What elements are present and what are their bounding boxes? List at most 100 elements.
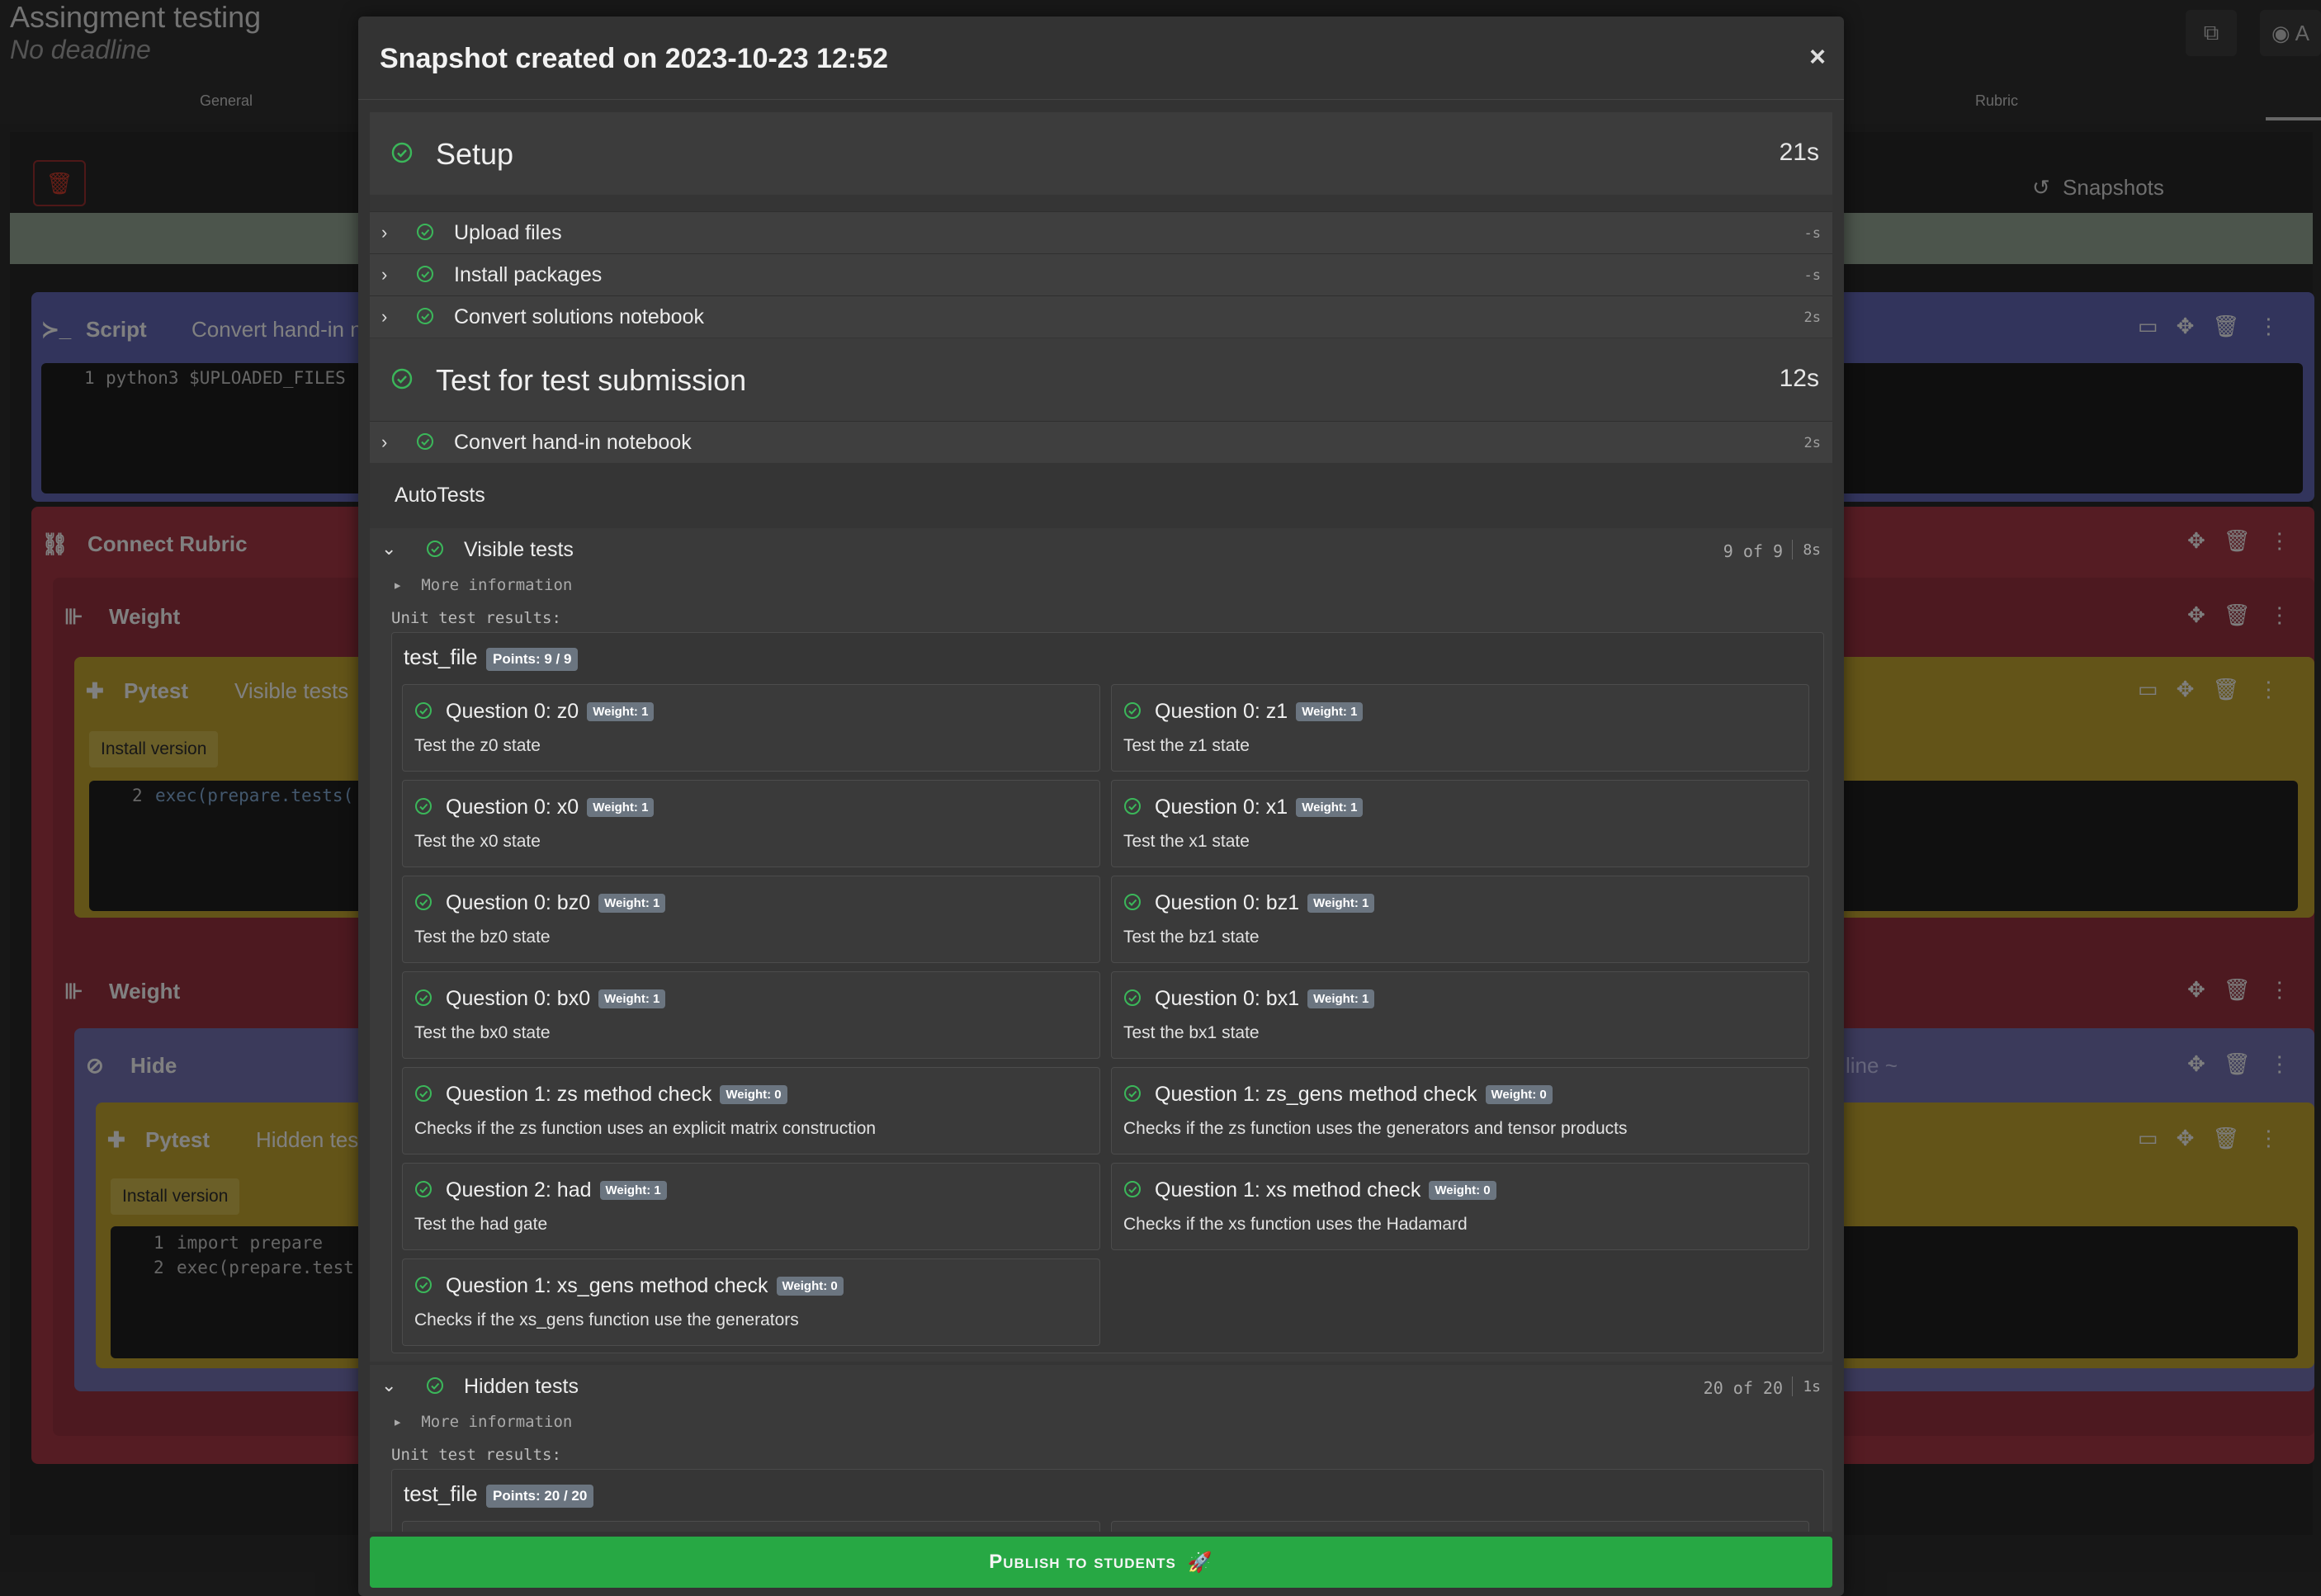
weight-badge: Weight: 1 bbox=[598, 989, 666, 1008]
test-name: Question 0: bx0 bbox=[446, 987, 591, 1010]
chevron-down-icon[interactable]: ⌄ bbox=[381, 538, 396, 560]
step-name: Convert solutions notebook bbox=[454, 305, 704, 328]
more-information-toggle[interactable]: ▸ More information bbox=[393, 576, 572, 594]
modal-body[interactable]: Setup 21s › Upload files -s › Install pa… bbox=[370, 112, 1832, 1532]
test-card[interactable]: Question 0: bx1 Weight: 1 Test the bx1 st… bbox=[1111, 971, 1809, 1059]
test-card[interactable]: Question 0: x1 Weight: 1 Test the x1 stat… bbox=[1111, 780, 1809, 867]
test-file-box: test_file Points: 9 / 9 Question 0: z0 We… bbox=[391, 632, 1824, 1353]
test-card[interactable]: Question 0: z0 Weight: 1 Test the z0 stat… bbox=[402, 684, 1100, 772]
test-card[interactable]: Question 1: zs method check Weight: 0 Che… bbox=[402, 1067, 1100, 1155]
suite-time: 8s bbox=[1803, 541, 1821, 559]
divider bbox=[1792, 1376, 1793, 1396]
test-name: Question 1: zs_gens method check bbox=[1155, 1083, 1477, 1106]
weight-badge: Weight: 1 bbox=[1296, 798, 1364, 817]
check-circle-icon bbox=[1123, 989, 1142, 1011]
test-card[interactable] bbox=[402, 1521, 1100, 1532]
test-name: Question 1: xs method check bbox=[1155, 1178, 1421, 1202]
check-circle-icon bbox=[414, 1180, 433, 1202]
check-circle-icon bbox=[414, 893, 433, 915]
test-description: Test the z0 state bbox=[414, 736, 541, 755]
test-card[interactable]: Question 0: bx0 Weight: 1 Test the bx0 st… bbox=[402, 971, 1100, 1059]
close-icon[interactable]: × bbox=[1809, 41, 1826, 73]
test-file-name: test_file bbox=[404, 645, 478, 669]
snapshot-modal: Snapshot created on 2023-10-23 12:52 × S… bbox=[358, 17, 1844, 1596]
check-circle-icon bbox=[414, 989, 433, 1011]
test-card[interactable]: Question 2: had Weight: 1 Test the had ga… bbox=[402, 1163, 1100, 1250]
more-information-toggle[interactable]: ▸ More information bbox=[393, 1413, 572, 1431]
suite-name: Hidden tests bbox=[464, 1375, 579, 1398]
test-description: Checks if the zs function uses an explic… bbox=[414, 1119, 877, 1138]
check-circle-icon bbox=[1123, 701, 1142, 724]
test-description: Checks if the zs function uses the gener… bbox=[1123, 1119, 1628, 1138]
hidden-tests-suite: ⌄ Hidden tests 20 of 20 1s ▸ More inform… bbox=[370, 1365, 1832, 1532]
test-name: Question 2: had bbox=[446, 1178, 592, 1202]
check-circle-icon bbox=[414, 1084, 433, 1107]
check-circle-icon bbox=[1123, 797, 1142, 819]
check-circle-icon bbox=[1123, 1084, 1142, 1107]
step-time: -s bbox=[1803, 267, 1821, 284]
weight-badge: Weight: 1 bbox=[587, 702, 655, 721]
test-description: Test the x0 state bbox=[414, 832, 541, 851]
test-file-box: test_file Points: 20 / 20 bbox=[391, 1469, 1824, 1532]
publish-to-students-button[interactable]: Publish to students 🚀 bbox=[370, 1537, 1832, 1588]
weight-badge: Weight: 1 bbox=[587, 798, 655, 817]
chevron-right-icon[interactable]: › bbox=[381, 222, 387, 243]
hidden-tests-header[interactable]: ⌄ Hidden tests 20 of 20 1s bbox=[370, 1365, 1832, 1409]
test-name: Question 1: xs_gens method check bbox=[446, 1274, 768, 1297]
check-circle-icon bbox=[416, 223, 434, 245]
weight-badge: Weight: 0 bbox=[1485, 1085, 1553, 1104]
test-name: Question 0: z1 bbox=[1155, 700, 1288, 723]
test-description: Test the x1 state bbox=[1123, 832, 1250, 851]
test-card[interactable]: Question 0: x0 Weight: 1 Test the x0 stat… bbox=[402, 780, 1100, 867]
visible-tests-suite: ⌄ Visible tests 9 of 9 8s ▸ More informa… bbox=[370, 528, 1832, 1362]
visible-tests-header[interactable]: ⌄ Visible tests 9 of 9 8s bbox=[370, 528, 1832, 573]
test-card[interactable]: Question 1: xs_gens method check Weight: … bbox=[402, 1258, 1100, 1346]
test-description: Test the bz1 state bbox=[1123, 928, 1260, 947]
check-circle-icon bbox=[1123, 1180, 1142, 1202]
test-description: Checks if the xs_gens function use the g… bbox=[414, 1310, 799, 1329]
more-information-label: More information bbox=[421, 1413, 573, 1431]
test-name: Question 0: x0 bbox=[446, 796, 579, 819]
setup-section-header[interactable]: Setup 21s bbox=[370, 112, 1832, 195]
check-circle-icon bbox=[414, 797, 433, 819]
setup-section-time: 21s bbox=[1779, 139, 1819, 166]
check-circle-icon bbox=[416, 307, 434, 329]
modal-header: Snapshot created on 2023-10-23 12:52 × bbox=[358, 17, 1844, 100]
test-section-header[interactable]: Test for test submission 12s bbox=[370, 338, 1832, 421]
step-name: Upload files bbox=[454, 221, 562, 244]
test-card[interactable]: Question 0: z1 Weight: 1 Test the z1 stat… bbox=[1111, 684, 1809, 772]
autotests-label: AutoTests bbox=[395, 484, 485, 507]
step-row[interactable]: › Convert solutions notebook 2s bbox=[370, 295, 1832, 338]
weight-badge: Weight: 0 bbox=[776, 1277, 844, 1296]
step-row[interactable]: › Upload files -s bbox=[370, 211, 1832, 253]
test-card[interactable] bbox=[1111, 1521, 1809, 1532]
test-card[interactable]: Question 0: bz1 Weight: 1 Test the bz1 st… bbox=[1111, 876, 1809, 963]
caret-right-icon: ▸ bbox=[393, 576, 403, 594]
chevron-right-icon[interactable]: › bbox=[381, 306, 387, 328]
chevron-right-icon[interactable]: › bbox=[381, 432, 387, 453]
test-description: Test the bx0 state bbox=[414, 1023, 551, 1042]
unit-test-results-label: Unit test results: bbox=[391, 609, 561, 627]
step-row[interactable]: › Convert hand-in notebook 2s bbox=[370, 421, 1832, 463]
test-name: Question 1: zs method check bbox=[446, 1083, 712, 1106]
chevron-right-icon[interactable]: › bbox=[381, 264, 387, 286]
weight-badge: Weight: 0 bbox=[1429, 1181, 1496, 1200]
test-name: Question 0: bz0 bbox=[446, 891, 591, 914]
more-information-label: More information bbox=[421, 576, 573, 594]
step-name: Convert hand-in notebook bbox=[454, 431, 692, 454]
test-name: Question 0: x1 bbox=[1155, 796, 1288, 819]
test-card[interactable]: Question 1: zs_gens method check Weight: … bbox=[1111, 1067, 1809, 1155]
weight-badge: Weight: 1 bbox=[599, 1181, 667, 1200]
step-row[interactable]: › Install packages -s bbox=[370, 253, 1832, 295]
test-card[interactable]: Question 0: bz0 Weight: 1 Test the bz0 st… bbox=[402, 876, 1100, 963]
setup-section-name: Setup bbox=[436, 137, 514, 171]
weight-badge: Weight: 1 bbox=[1307, 894, 1375, 913]
test-card[interactable]: Question 1: xs method check Weight: 0 Che… bbox=[1111, 1163, 1809, 1250]
suite-name: Visible tests bbox=[464, 538, 574, 561]
test-description: Test the bx1 state bbox=[1123, 1023, 1260, 1042]
test-description: Test the had gate bbox=[414, 1215, 548, 1234]
points-badge: Points: 9 / 9 bbox=[486, 648, 579, 671]
chevron-down-icon[interactable]: ⌄ bbox=[381, 1375, 396, 1396]
modal-title: Snapshot created on 2023-10-23 12:52 bbox=[380, 43, 889, 74]
step-name: Install packages bbox=[454, 263, 603, 286]
